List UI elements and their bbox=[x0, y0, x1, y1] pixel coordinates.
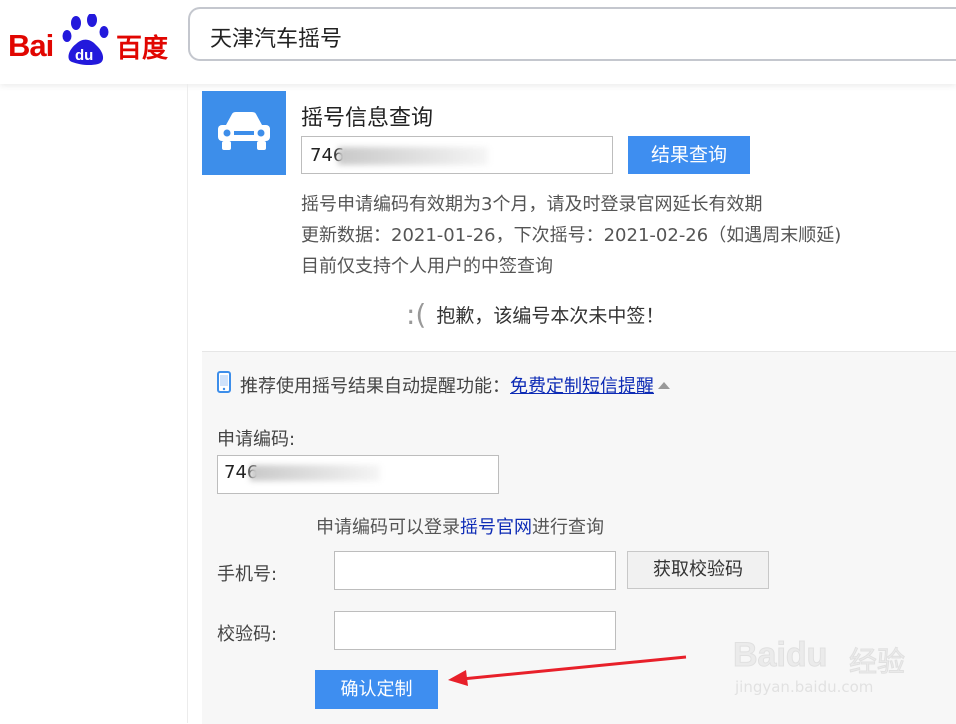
official-site-link[interactable]: 摇号官网 bbox=[460, 517, 532, 538]
sms-recommend-line: 推荐使用摇号结果自动提醒功能：免费定制短信提醒 bbox=[240, 372, 670, 398]
baidu-logo[interactable]: Bai du 百度 bbox=[8, 14, 168, 70]
code-redaction-blur bbox=[338, 147, 488, 165]
sms-recommend-text: 推荐使用摇号结果自动提醒功能： bbox=[240, 376, 510, 397]
card-title: 摇号信息查询 bbox=[301, 106, 434, 131]
phone-input[interactable] bbox=[334, 551, 616, 590]
phone-label: 手机号: bbox=[217, 564, 278, 585]
logo-paw-text: du bbox=[75, 47, 93, 64]
result-message: :( 抱歉，该编号本次未中签！ bbox=[406, 298, 664, 331]
baidu-jingyan-watermark: Baidu 经验 jingyan.baidu.com bbox=[732, 628, 933, 708]
confirm-subscribe-button[interactable]: 确认定制 bbox=[315, 670, 438, 709]
car-icon bbox=[218, 112, 270, 150]
collapse-triangle-icon[interactable] bbox=[658, 382, 670, 389]
info-line-scope: 目前仅支持个人用户的中签查询 bbox=[301, 256, 553, 277]
code-query-input[interactable]: 746 bbox=[301, 136, 613, 174]
result-message-text: 抱歉，该编号本次未中签！ bbox=[436, 305, 665, 327]
left-divider bbox=[187, 84, 188, 723]
logo-text-bai: Bai bbox=[8, 28, 54, 63]
get-verify-code-button[interactable]: 获取校验码 bbox=[627, 551, 769, 589]
sms-free-link[interactable]: 免费定制短信提醒 bbox=[510, 376, 654, 397]
red-arrow-annotation bbox=[448, 655, 687, 686]
baidu-paw-icon: du bbox=[62, 14, 109, 66]
info-line-update: 更新数据：2021-01-26，下次摇号：2021-02-26（如遇周末顺延) bbox=[301, 225, 842, 246]
mobile-phone-icon bbox=[217, 371, 231, 393]
top-header: Bai du 百度 天津汽车摇号 bbox=[0, 0, 956, 84]
logo-text-baidu-cn: 百度 bbox=[116, 34, 169, 64]
verify-code-label: 校验码: bbox=[217, 624, 278, 645]
hint-prefix: 申请编码可以登录 bbox=[316, 517, 460, 538]
watermark-jingyan-text: 经验 bbox=[848, 645, 906, 679]
watermark-url-text: jingyan.baidu.com bbox=[735, 678, 874, 696]
sad-face-icon: :( bbox=[406, 298, 427, 331]
subscribe-code-input[interactable]: 746 bbox=[217, 455, 499, 494]
info-line-validity: 摇号申请编码有效期为3个月，请及时登录官网延长有效期 bbox=[301, 194, 763, 215]
subscribe-code-redaction-blur bbox=[250, 465, 380, 481]
search-input[interactable]: 天津汽车摇号 bbox=[188, 7, 956, 61]
code-hint: 申请编码可以登录摇号官网进行查询 bbox=[316, 513, 604, 539]
verify-code-input[interactable] bbox=[334, 611, 616, 650]
code-label: 申请编码: bbox=[217, 429, 296, 450]
result-query-button[interactable]: 结果查询 bbox=[628, 136, 750, 174]
car-icon-tile bbox=[202, 91, 286, 175]
hint-suffix: 进行查询 bbox=[532, 517, 604, 538]
watermark-baidu-text: Baidu bbox=[732, 636, 828, 675]
search-query-text: 天津汽车摇号 bbox=[210, 27, 343, 52]
